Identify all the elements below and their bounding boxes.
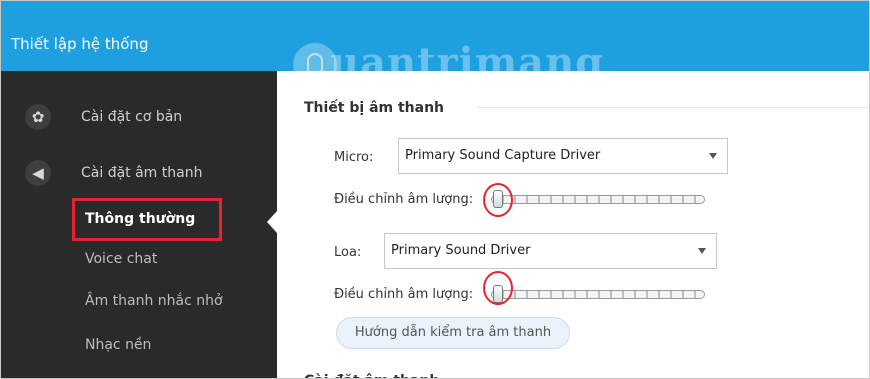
highlight-circle (483, 183, 513, 217)
sound-test-guide-button[interactable]: Hướng dẫn kiểm tra âm thanh (336, 317, 570, 349)
micro-label: Micro: (334, 150, 374, 165)
highlight-circle (483, 271, 513, 305)
settings-sidebar: ✿ Cài đặt cơ bản ◀ Cài đặt âm thanh Thôn… (1, 71, 277, 378)
section-title-sound-settings: Cài đặt âm thanh (304, 371, 439, 378)
sidebar-group-label: Cài đặt cơ bản (81, 109, 183, 125)
active-item-highlight-box (72, 198, 222, 241)
lightbulb-icon (307, 53, 323, 73)
chevron-down-icon (698, 248, 706, 254)
micro-device-select[interactable]: Primary Sound Capture Driver (398, 138, 728, 174)
speaker-label: Loa: (334, 245, 362, 260)
sidebar-group-basic-settings[interactable]: ✿ Cài đặt cơ bản (1, 95, 277, 139)
window-title: Thiết lập hệ thống (11, 35, 149, 53)
speaker-device-value: Primary Sound Driver (391, 243, 531, 258)
sidebar-item-label: Nhạc nền (85, 337, 152, 353)
watermark-logo: uantrimang (293, 27, 603, 93)
sidebar-item-voice-chat[interactable]: Voice chat (1, 239, 277, 279)
section-divider (477, 107, 869, 108)
speaker-volume-label: Điều chỉnh âm lượng: (334, 287, 474, 302)
speaker-volume-slider[interactable] (491, 290, 705, 299)
sidebar-group-label: Cài đặt âm thanh (81, 165, 203, 181)
sidebar-group-sound-settings[interactable]: ◀ Cài đặt âm thanh (1, 151, 277, 195)
chevron-down-icon (709, 153, 717, 159)
sidebar-item-label: Âm thanh nhắc nhở (85, 293, 223, 309)
speaker-device-select[interactable]: Primary Sound Driver (384, 233, 717, 269)
micro-volume-label: Điều chỉnh âm lượng: (334, 192, 474, 207)
sidebar-item-background-music[interactable]: Nhạc nền (1, 325, 277, 365)
sidebar-item-notification-sounds[interactable]: Âm thanh nhắc nhở (1, 281, 277, 321)
micro-volume-slider[interactable] (491, 195, 705, 204)
section-title-audio-devices: Thiết bị âm thanh (304, 100, 445, 116)
sidebar-item-label: Voice chat (85, 251, 158, 267)
speaker-icon: ◀ (25, 160, 51, 186)
system-settings-window: Thiết lập hệ thống uantrimang ✿ Cài đặt … (0, 0, 870, 379)
micro-device-value: Primary Sound Capture Driver (405, 148, 601, 163)
watermark-text: uantrimang (330, 39, 605, 86)
active-item-pointer (267, 211, 277, 233)
gear-icon: ✿ (25, 104, 51, 130)
